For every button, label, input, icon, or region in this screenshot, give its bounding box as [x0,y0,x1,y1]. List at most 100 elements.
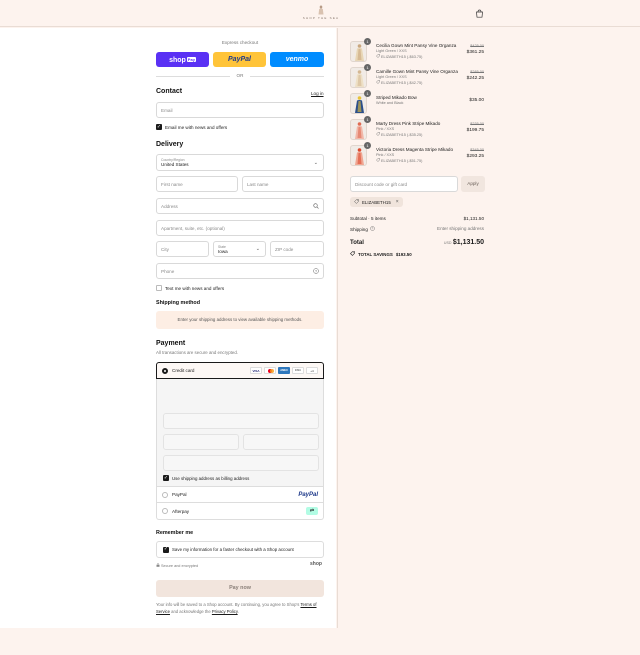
remember-box: ✓ Save my information for a faster check… [156,541,324,558]
tag-icon [376,132,380,137]
savings-value: $193.50 [395,251,412,257]
pay-now-label: Pay now [229,585,251,591]
discount-code-field[interactable]: Discount code or gift card [350,176,458,192]
product-discount-text: ELIZABETH15 (-$63.75) [381,54,423,59]
legal-line: Your info will be saved to a Shop accoun… [156,602,300,607]
paypal-label: PayPal [172,492,187,497]
close-icon[interactable]: × [396,199,399,205]
discount-placeholder: Discount code or gift card [355,181,408,187]
shipping-method-heading: Shipping method [156,300,201,306]
paypal-option[interactable]: PayPal PayPal [156,486,324,503]
currency-label: USD [443,241,452,245]
billing-address-row: ✓ Use shipping address as billing addres… [163,475,249,481]
more-cards-badge: +4 [306,367,318,374]
card-details-panel: ✓ Use shipping address as billing addres… [156,379,324,486]
paypal-express-button[interactable]: PayPal [213,52,266,67]
savings-label: TOTAL SAVINGS [358,251,393,257]
order-summary: 1 Cecilia Gown Mint Pansy Vine Organza Lig… [337,28,640,628]
pay-now-button[interactable]: Pay now [156,580,324,597]
card-name-field[interactable] [163,455,319,471]
billing-address-label: Use shipping address as billing address [172,475,250,481]
quantity-badge: 1 [364,90,371,97]
chevron-down-icon: ⌄ [255,246,260,252]
secure-note: Secure and encrypted [156,563,198,568]
product-discount: ELIZABETH15 (-$51.75) [376,158,422,163]
divider-left [156,76,230,77]
total-amount: USD $1,131.50 [414,239,484,246]
product-discount: ELIZABETH15 (-$35.25) [376,132,422,137]
apartment-field[interactable]: Apartment, suite, etc. (optional) [156,220,324,236]
applied-code: ELIZABETH15 [362,199,391,205]
privacy-link[interactable]: Privacy Policy [212,609,238,614]
shopping-bag-icon[interactable] [475,9,484,18]
shop-pay-button[interactable]: shop Pay [156,52,209,67]
discover-icon: DISC [292,367,304,374]
card-brand-list: VISA AMEX DISC +4 [250,367,318,374]
phone-placeholder: Phone [161,268,175,274]
legal-and: and acknowledge the [169,608,212,614]
state-select[interactable]: State Iowa ⌄ [213,241,266,257]
email-field[interactable]: Email [156,102,324,118]
country-select[interactable]: Country/Region United States ⌄ [156,154,324,171]
paypal-radio[interactable] [162,491,168,498]
afterpay-radio[interactable] [162,508,168,514]
product-variant: White and Black [376,101,404,105]
store-logo[interactable]: SHOP THE SEA [301,5,341,22]
card-number-field[interactable] [163,413,319,429]
apply-button[interactable]: Apply [461,176,485,192]
card-expiry-field[interactable] [163,434,239,450]
help-icon[interactable]: ? [370,226,375,232]
address-field[interactable]: Address [156,198,324,214]
delivery-heading: Delivery [156,141,184,148]
billing-address-checkbox[interactable]: ✓ [163,475,169,481]
afterpay-option[interactable]: Afterpay ⇄ [156,503,324,520]
quantity-badge: 1 [364,116,371,123]
country-value: United States [161,162,189,167]
shop-logo: shop [310,561,322,567]
visa-icon: VISA [250,367,262,374]
email-news-checkbox[interactable]: ✓ [156,124,162,130]
zip-field[interactable]: ZIP code [270,241,324,257]
sms-news-row: Text me with news and offers [156,285,224,291]
phone-field[interactable]: Phone ? [156,263,324,279]
logo-figure-icon [318,5,324,15]
credit-card-radio[interactable] [162,367,168,374]
quantity-badge: 1 [364,142,371,149]
page-bottom [0,628,640,655]
shop-pay-label: shop [169,57,186,64]
product-discount-text: ELIZABETH15 (-$51.75) [381,158,423,163]
venmo-express-button[interactable]: venmo [270,52,324,67]
lock-icon [156,563,160,568]
help-icon[interactable]: ? [313,268,319,275]
sms-news-label: Text me with news and offers [165,285,225,291]
afterpay-logo-icon: ⇄ [306,507,318,515]
tag-icon [376,158,380,163]
item-price: $242.25 [466,76,484,81]
legal-text: Your info will be saved to a Shop accoun… [156,602,324,615]
remember-checkbox[interactable]: ✓ [163,546,169,553]
email-news-label: Email me with news and offers [165,124,228,130]
original-price: $425.00 [470,44,484,48]
or-divider: OR [236,73,244,78]
tag-icon [376,54,380,59]
last-name-placeholder: Last name [247,181,269,187]
quantity-badge: 1 [364,38,371,45]
first-name-field[interactable]: First name [156,176,238,192]
afterpay-label: Afterpay [172,508,190,514]
total-value: $1,131.50 [452,239,484,246]
city-field[interactable]: City [156,241,209,257]
legal-dot: . [237,608,239,614]
mastercard-icon [264,367,276,374]
credit-card-option[interactable]: Credit card VISA AMEX DISC +4 [156,362,324,379]
card-cvc-field[interactable] [243,434,319,450]
paypal-logo: PayPal [298,491,318,498]
total-label: Total [350,240,364,246]
payment-heading: Payment [156,340,186,347]
product-variant: Pink / XXS [376,153,395,157]
shipping-label: Shipping [350,226,368,232]
item-price: $35.00 [469,98,484,103]
last-name-field[interactable]: Last name [242,176,324,192]
login-link[interactable]: Log in [311,91,324,96]
shop-pay-suffix: Pay [186,57,196,62]
sms-news-checkbox[interactable] [156,285,162,291]
